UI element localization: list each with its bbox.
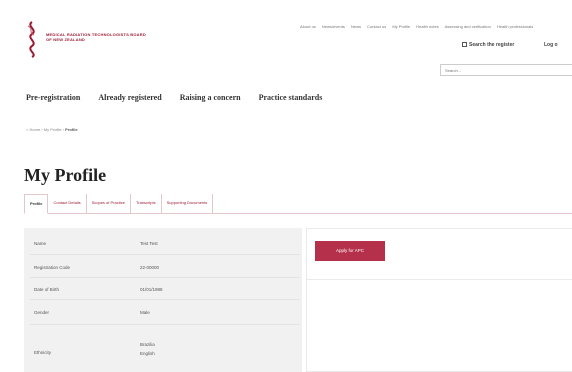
login-link[interactable]: Log o	[544, 42, 558, 48]
tab-scopes-of-practice[interactable]: Scopes of Practice	[87, 194, 131, 213]
tab-supporting-documents[interactable]: Supporting Documents	[162, 194, 214, 213]
row-label: Name	[34, 241, 47, 246]
nav-item-raising-concern[interactable]: Raising a concern	[180, 93, 241, 102]
top-link[interactable]: Contact us	[367, 24, 386, 29]
home-icon: ⌂	[26, 127, 29, 132]
search-register-label: Search the register	[469, 42, 515, 48]
apply-for-apc-button[interactable]: Apply for APC	[315, 241, 385, 261]
row-label: Gender	[34, 310, 50, 315]
site-logo[interactable]: MEDICAL RADIATION TECHNOLOGISTS BOARD OF…	[24, 20, 146, 58]
top-link[interactable]: Health notes	[416, 24, 438, 29]
nav-item-already-registered[interactable]: Already registered	[98, 93, 161, 102]
row-label: Ethnicity	[34, 350, 52, 355]
page-title: My Profile	[24, 165, 107, 185]
top-link[interactable]: Health professionals	[497, 24, 533, 29]
main-nav: Pre-registration Already registered Rais…	[26, 93, 322, 102]
divider	[30, 277, 300, 278]
row-value: Brazilia English	[140, 342, 155, 356]
logo-text: MEDICAL RADIATION TECHNOLOGISTS BOARD OF…	[46, 32, 146, 42]
row-value: Male	[140, 310, 150, 315]
row-label: Registration Code	[34, 265, 71, 270]
breadcrumb-home[interactable]: Home	[30, 127, 41, 132]
nav-item-practice-standards[interactable]: Practice standards	[259, 93, 323, 102]
breadcrumb: ⌂ Home › My Profile › Profile	[26, 127, 78, 132]
register-icon	[462, 42, 467, 47]
row-value: 01/01/1988	[140, 287, 163, 292]
tab-profile[interactable]: Profile	[24, 194, 49, 214]
logo-line: OF NEW ZEALAND	[46, 37, 86, 42]
top-links: About us News/events News Contact us My …	[300, 24, 572, 29]
nav-item-pre-registration[interactable]: Pre-registration	[26, 93, 80, 102]
search-register-link[interactable]: Search the register	[462, 42, 514, 48]
breadcrumb-my-profile[interactable]: My Profile	[44, 127, 62, 132]
tab-contact-details[interactable]: Contact Details	[48, 194, 87, 213]
row-label: Date of Birth	[34, 287, 60, 292]
top-link[interactable]: News	[351, 24, 361, 29]
row-value: Test Test	[140, 241, 158, 246]
actions-panel: Apply for APC	[306, 228, 572, 372]
profile-details-panel: Name Test Test Registration Code 22-0000…	[24, 228, 302, 372]
top-link[interactable]: Assessing and verification	[445, 24, 491, 29]
logo-icon	[27, 21, 35, 58]
divider	[30, 299, 300, 300]
search-input[interactable]	[440, 64, 572, 76]
divider	[307, 279, 572, 280]
row-value: 22-00000	[140, 265, 160, 270]
top-link[interactable]: My Profile	[392, 24, 410, 29]
profile-tabs: Profile Contact Details Scopes of Practi…	[24, 194, 572, 214]
divider	[30, 254, 300, 255]
tab-transcripts[interactable]: Transcripts	[131, 194, 162, 213]
divider	[30, 324, 300, 325]
top-link[interactable]: News/events	[322, 24, 345, 29]
top-link[interactable]: About us	[300, 24, 316, 29]
breadcrumb-current: Profile	[65, 127, 78, 132]
